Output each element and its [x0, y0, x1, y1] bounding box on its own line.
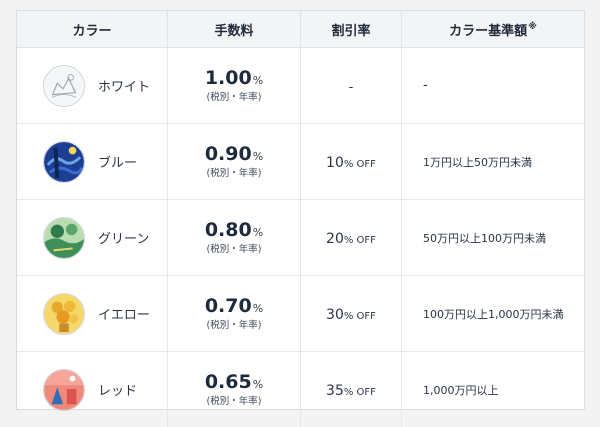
- table-row-blue: ブルー 0.90% (税別・年率) 10% OFF 1万円以上50万円未満: [17, 124, 584, 200]
- fee-value: 0.80: [205, 219, 252, 241]
- color-cell: ブルー: [17, 124, 168, 200]
- color-cell: グリーン: [17, 200, 168, 276]
- yellow-painting-icon: [43, 293, 85, 335]
- discount-suffix: % OFF: [344, 235, 376, 246]
- discount-cell: 35% OFF: [301, 352, 402, 427]
- discount-cell: -: [301, 48, 402, 124]
- table-row-red: レッド 0.65% (税別・年率) 35% OFF 1,000万円以上: [17, 352, 584, 427]
- fee-cell: 0.90% (税別・年率): [168, 124, 301, 200]
- color-cell: ホワイト: [17, 48, 168, 124]
- table-header-row: カラー 手数料 割引率 カラー基準額※: [17, 11, 584, 48]
- discount-cell: 30% OFF: [301, 276, 402, 352]
- discount-value: 30: [326, 307, 344, 323]
- fee-table-card: カラー 手数料 割引率 カラー基準額※: [16, 10, 585, 410]
- fee-unit: %: [253, 378, 263, 391]
- color-name: イエロー: [98, 304, 150, 323]
- fee-unit: %: [253, 226, 263, 239]
- green-painting-icon: [43, 217, 85, 259]
- discount-suffix: % OFF: [344, 159, 376, 170]
- basis-cell: 50万円以上100万円未満: [402, 200, 585, 276]
- basis-cell: -: [402, 48, 585, 124]
- fee-unit: %: [253, 150, 263, 163]
- fee-cell: 0.70% (税別・年率): [168, 276, 301, 352]
- fee-value: 0.90: [205, 143, 252, 165]
- discount-value: -: [349, 80, 354, 95]
- header-basis-cell: カラー基準額※: [402, 11, 585, 48]
- fee-note: (税別・年率): [169, 321, 299, 331]
- fee-cell: 0.80% (税別・年率): [168, 200, 301, 276]
- fee-table: カラー 手数料 割引率 カラー基準額※: [17, 11, 584, 427]
- blue-painting-icon: [43, 141, 85, 183]
- color-name: ホワイト: [98, 76, 150, 95]
- table-row-green: グリーン 0.80% (税別・年率) 20% OFF 50万円以上100万円未満: [17, 200, 584, 276]
- discount-value: 10: [326, 155, 344, 171]
- discount-value: 35: [326, 383, 344, 399]
- fee-cell: 1.00% (税別・年率): [168, 48, 301, 124]
- fee-note: (税別・年率): [169, 397, 299, 407]
- header-color: カラー: [17, 11, 168, 48]
- table-row-yellow: イエロー 0.70% (税別・年率) 30% OFF 100万円以上1,000万…: [17, 276, 584, 352]
- header-basis-note: ※: [528, 22, 537, 32]
- color-name: ブルー: [98, 152, 137, 171]
- header-fee: 手数料: [168, 11, 301, 48]
- fee-value: 0.70: [205, 295, 252, 317]
- fee-note: (税別・年率): [169, 169, 299, 179]
- discount-cell: 20% OFF: [301, 200, 402, 276]
- basis-cell: 1,000万円以上: [402, 352, 585, 427]
- discount-suffix: % OFF: [344, 387, 376, 398]
- color-cell: レッド: [17, 352, 168, 427]
- discount-value: 20: [326, 231, 344, 247]
- white-painting-icon: [43, 65, 85, 107]
- color-cell: イエロー: [17, 276, 168, 352]
- basis-value: -: [423, 78, 428, 93]
- fee-unit: %: [253, 302, 263, 315]
- fee-unit: %: [253, 74, 263, 87]
- fee-value: 0.65: [205, 371, 252, 393]
- red-painting-icon: [43, 369, 85, 411]
- table-row-white: ホワイト 1.00% (税別・年率) - -: [17, 48, 584, 124]
- basis-cell: 1万円以上50万円未満: [402, 124, 585, 200]
- basis-cell: 100万円以上1,000万円未満: [402, 276, 585, 352]
- discount-suffix: % OFF: [344, 311, 376, 322]
- color-name: レッド: [98, 380, 137, 399]
- header-basis: カラー基準額: [449, 24, 527, 39]
- fee-note: (税別・年率): [169, 93, 299, 103]
- discount-cell: 10% OFF: [301, 124, 402, 200]
- header-discount: 割引率: [301, 11, 402, 48]
- fee-note: (税別・年率): [169, 245, 299, 255]
- color-name: グリーン: [98, 228, 149, 247]
- fee-value: 1.00: [205, 67, 252, 89]
- fee-cell: 0.65% (税別・年率): [168, 352, 301, 427]
